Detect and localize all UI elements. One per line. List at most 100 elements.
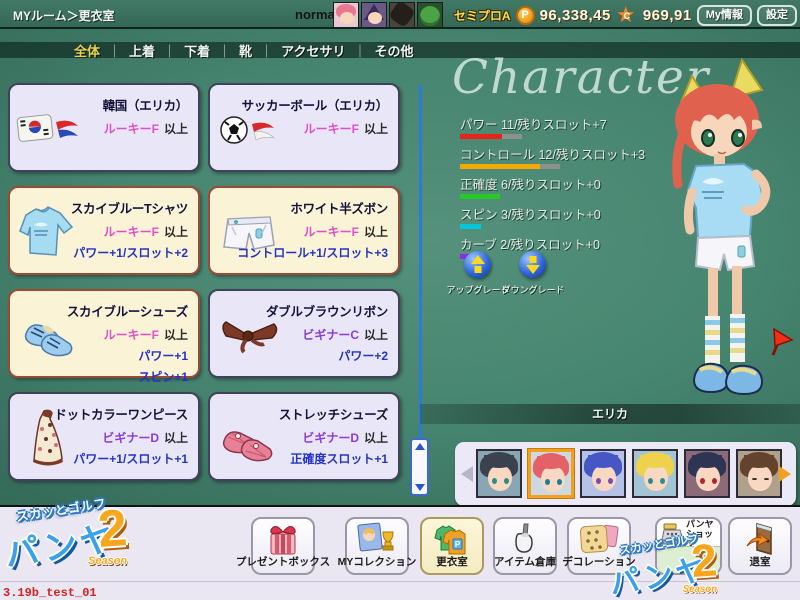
my-shop-section[interactable]: MY bbox=[657, 546, 720, 573]
item-requirement: ルーキーF bbox=[304, 122, 359, 136]
version-label: 3.19b_test_01 bbox=[3, 586, 97, 600]
tab-all[interactable]: 全体 bbox=[74, 41, 100, 60]
item-storage-button[interactable]: アイテム倉庫 bbox=[493, 517, 557, 575]
carousel-next-icon[interactable] bbox=[779, 466, 791, 482]
item-card-sky-blue-shoes[interactable]: スカイブルーシューズ ルーキーF以上 パワー+1 スピン+1 bbox=[8, 289, 200, 378]
golf-club-icon bbox=[508, 522, 542, 556]
korea-flag-icon bbox=[16, 98, 82, 158]
item-stat: パワー+1 bbox=[67, 347, 188, 364]
photo-trophy-icon bbox=[357, 522, 397, 556]
item-name: ダブルブラウンリボン bbox=[266, 301, 388, 320]
exit-door-icon bbox=[743, 522, 777, 556]
downgrade-button[interactable] bbox=[519, 251, 546, 278]
exit-button[interactable]: 退室 bbox=[728, 517, 792, 575]
item-requirement: ルーキーF bbox=[104, 122, 159, 136]
tab-shoes[interactable]: 靴 bbox=[239, 41, 252, 60]
my-collection-button[interactable]: MYコレクション bbox=[345, 517, 409, 575]
stat-spin: スピン 3/残りスロット+0 bbox=[460, 204, 645, 229]
witch-avatar-icon[interactable] bbox=[361, 2, 387, 28]
item-list-scroll-thumb[interactable] bbox=[410, 438, 429, 496]
item-card-dot-dress[interactable]: ドットカラーワンピース ビギナーD以上 パワー+1/スロット+1 bbox=[8, 392, 200, 481]
tab-tops[interactable]: 上着 bbox=[129, 41, 155, 60]
item-name: サッカーボール（エリカ） bbox=[242, 95, 388, 114]
portrait-brown-hair-man[interactable] bbox=[736, 449, 782, 498]
portrait-erika-selected[interactable] bbox=[528, 449, 574, 498]
tshirts-icon: P bbox=[433, 522, 471, 556]
stat-power: パワー 11/残りスロット+7 bbox=[460, 114, 645, 139]
down-arrow-icon bbox=[529, 256, 536, 263]
item-requirement: ビギナーD bbox=[102, 431, 159, 445]
scroll-down-icon[interactable] bbox=[415, 484, 425, 491]
my-shop-label: MY bbox=[699, 554, 714, 565]
top-right-cluster: セミプロA P 96,338,45 ★C 969,91 My情報 設定 bbox=[454, 3, 797, 27]
tab-bottoms[interactable]: 下着 bbox=[184, 41, 210, 60]
portrait-navy-hair-girl[interactable] bbox=[684, 449, 730, 498]
cookie-amount: 969,91 bbox=[643, 7, 692, 24]
dressing-room-button[interactable]: P 更衣室 bbox=[420, 517, 484, 575]
item-card-korea-flag[interactable]: 韓国（エリカ） ルーキーF以上 bbox=[8, 83, 200, 172]
tab-accessory[interactable]: アクセサリ bbox=[281, 41, 345, 60]
present-box-button[interactable]: プレゼントボックス bbox=[251, 517, 315, 575]
item-card-soccer-ball[interactable]: サッカーボール（エリカ） ルーキーF以上 bbox=[208, 83, 400, 172]
top-avatar-icons bbox=[333, 2, 443, 28]
item-name: スカイブルーシューズ bbox=[67, 301, 188, 320]
item-stat: パワー+2 bbox=[266, 347, 388, 364]
portrait-blue-hair-girl[interactable] bbox=[580, 449, 626, 498]
my-collection-label: MYコレクション bbox=[338, 554, 417, 569]
stretch-shoes-icon bbox=[216, 407, 282, 467]
item-avatar-icon[interactable] bbox=[389, 2, 415, 28]
item-requirement: ルーキーF bbox=[304, 225, 359, 239]
scroll-up-icon[interactable] bbox=[415, 443, 425, 450]
bottom-divider bbox=[0, 581, 800, 582]
item-name: 韓国（エリカ） bbox=[103, 95, 188, 114]
dressing-room-label: 更衣室 bbox=[436, 554, 468, 569]
stat-accuracy: 正確度 6/残りスロット+0 bbox=[460, 174, 645, 199]
item-storage-label: アイテム倉庫 bbox=[494, 554, 556, 569]
item-card-white-shorts[interactable]: ホワイト半ズボン ルーキーF以上 コントロール+1/スロット+3 bbox=[208, 186, 400, 275]
item-list-scroll-track[interactable] bbox=[419, 84, 422, 494]
tab-separator: ｜ bbox=[260, 41, 273, 60]
red-cursor-pointer bbox=[771, 328, 795, 358]
portrait-blonde-girl[interactable] bbox=[632, 449, 678, 498]
item-stat: パワー+1/スロット+2 bbox=[71, 244, 188, 261]
pangya-shop-label: パンヤショップ bbox=[686, 519, 720, 549]
item-name: ホワイト半ズボン bbox=[237, 198, 388, 217]
item-stat: パワー+1/スロット+1 bbox=[54, 450, 188, 467]
item-requirement: ルーキーF bbox=[104, 328, 159, 342]
item-stat: コントロール+1/スロット+3 bbox=[237, 244, 388, 261]
gift-box-icon bbox=[265, 522, 301, 556]
pang-amount: 96,338,45 bbox=[540, 7, 611, 24]
item-list: 韓国（エリカ） ルーキーF以上 サッカーボール（エリカ） ルーキーF以上 bbox=[8, 83, 402, 481]
mode-label: normal bbox=[295, 7, 338, 22]
tab-others[interactable]: その他 bbox=[375, 41, 414, 60]
upgrade-button[interactable] bbox=[464, 251, 491, 278]
settings-button[interactable]: 設定 bbox=[757, 5, 797, 26]
pangya-shop-button[interactable]: パンヤショップ MY bbox=[655, 517, 722, 575]
carousel-prev-icon[interactable] bbox=[461, 466, 473, 482]
pink-girl-avatar-icon[interactable] bbox=[333, 2, 359, 28]
pangya-dressing-room-screen: MYルーム＞更衣室 normal セミプロA P 96,338,45 ★C 96… bbox=[0, 0, 800, 600]
character-carousel bbox=[455, 442, 796, 506]
my-info-button[interactable]: My情報 bbox=[697, 5, 752, 26]
item-name: スカイブルーTシャツ bbox=[71, 198, 188, 217]
downgrade-label: ダウングレード bbox=[501, 283, 565, 296]
cracker-icon bbox=[579, 522, 619, 556]
item-stat: 正確度スロット+1 bbox=[279, 450, 388, 467]
present-box-label: プレゼントボックス bbox=[236, 554, 330, 569]
pang-coin-icon: P bbox=[516, 6, 535, 25]
character-model-erika[interactable] bbox=[634, 58, 794, 403]
portrait-dark-hair-boy[interactable] bbox=[476, 449, 522, 498]
cash-register-icon bbox=[660, 522, 686, 546]
character-name: エリカ bbox=[420, 404, 800, 424]
top-bar: MYルーム＞更衣室 normal セミプロA P 96,338,45 ★C 96… bbox=[0, 0, 800, 29]
tab-separator: ｜ bbox=[218, 41, 231, 60]
up-arrow-icon bbox=[474, 266, 481, 273]
item-stat: スピン+1 bbox=[67, 368, 188, 385]
item-card-stretch-shoes[interactable]: ストレッチシューズ ビギナーD以上 正確度スロット+1 bbox=[208, 392, 400, 481]
tab-separator: ｜ bbox=[353, 41, 366, 60]
decoration-button[interactable]: デコレーション bbox=[567, 517, 631, 575]
item-card-sky-blue-tshirt[interactable]: スカイブルーTシャツ ルーキーF以上 パワー+1/スロット+2 bbox=[8, 186, 200, 275]
item-requirement: ビギナーC bbox=[302, 328, 359, 342]
melon-avatar-icon[interactable] bbox=[417, 2, 443, 28]
item-card-brown-ribbon[interactable]: ダブルブラウンリボン ビギナーC以上 パワー+2 bbox=[208, 289, 400, 378]
